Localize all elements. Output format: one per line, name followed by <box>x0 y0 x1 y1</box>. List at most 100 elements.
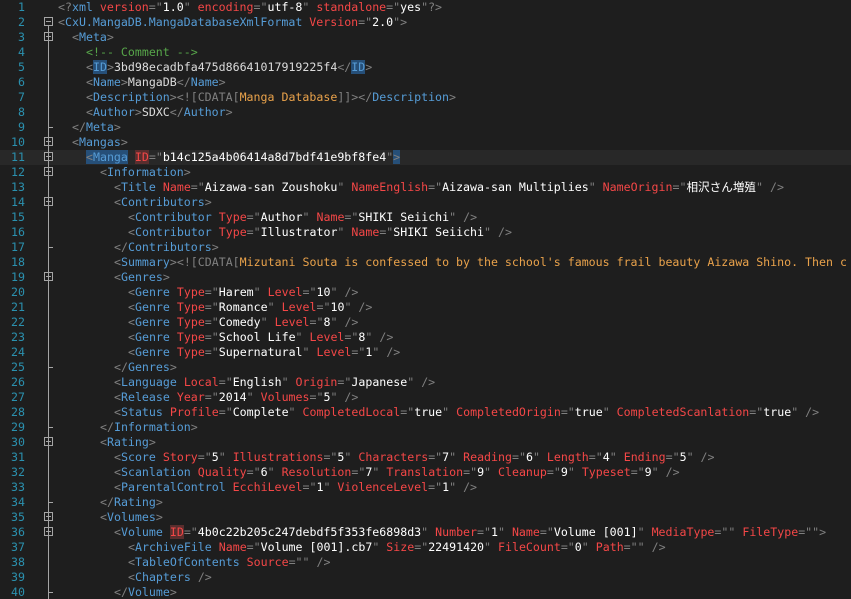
code-text[interactable]: <Score Story="5" Illustrations="5" Chara… <box>114 450 715 465</box>
code-text[interactable]: <Release Year="2014" Volumes="5" /> <box>114 390 358 405</box>
code-line[interactable]: 38 <TableOfContents Source="" /> <box>0 555 851 570</box>
code-text[interactable]: <Language Local="English" Origin="Japane… <box>114 375 435 390</box>
code-line[interactable]: 26 <Language Local="English" Origin="Japa… <box>0 375 851 390</box>
code-text[interactable]: </Contributors> <box>114 240 219 255</box>
code-line[interactable]: 6 <Name>MangaDB</Name> <box>0 75 851 90</box>
code-line[interactable]: 40 </Volume> <box>0 585 851 599</box>
code-line[interactable]: 32 <Scanlation Quality="6" Resolution="7"… <box>0 465 851 480</box>
syntax-delimiter: =" <box>539 525 554 539</box>
code-line[interactable]: 39 <Chapters /> <box>0 570 851 585</box>
code-text[interactable]: <CxU.MangaDB.MangaDatabaseXmlFormat Vers… <box>58 15 407 30</box>
code-line[interactable]: 17 </Contributors> <box>0 240 851 255</box>
code-text[interactable]: <Information> <box>100 165 191 180</box>
code-line[interactable]: 37 <ArchiveFile Name="Volume [001].cb7" S… <box>0 540 851 555</box>
syntax-delimiter: > <box>155 510 163 524</box>
code-text[interactable]: <Volume ID="4b0c22b205c247debdf5f353fe68… <box>114 525 826 540</box>
xml-attribute-name: Version <box>309 15 359 29</box>
code-line[interactable]: 20 <Genre Type="Harem" Level="10" /> <box>0 285 851 300</box>
code-line[interactable]: 22 <Genre Type="Comedy" Level="8" /> <box>0 315 851 330</box>
code-text[interactable]: <Contributors> <box>114 195 212 210</box>
code-text[interactable]: <Genre Type="School Life" Level="8" /> <box>128 330 393 345</box>
xml-attribute-name: Type <box>218 225 247 239</box>
xml-code-editor[interactable]: 1 <?xml version="1.0" encoding="utf-8" st… <box>0 0 851 599</box>
code-text[interactable]: </Information> <box>100 420 198 435</box>
xml-attribute-name: Story <box>162 450 198 464</box>
code-line[interactable]: 19 <Genres> <box>0 270 851 285</box>
code-line[interactable]: 2 <CxU.MangaDB.MangaDatabaseXmlFormat Ver… <box>0 15 851 30</box>
syntax-delimiter: =" <box>351 345 366 359</box>
code-text[interactable]: <Name>MangaDB</Name> <box>86 75 226 90</box>
code-line[interactable]: 18 <Summary><![CDATA[Mizutani Souta is co… <box>0 255 851 270</box>
code-line[interactable]: 16 <Contributor Type="Illustrator" Name="… <box>0 225 851 240</box>
code-text[interactable]: <Description><![CDATA[Manga Database]]><… <box>86 90 456 105</box>
code-text[interactable]: <Genre Type="Supernatural" Level="1" /> <box>128 345 400 360</box>
code-line[interactable]: 28 <Status Profile="Complete" CompletedLo… <box>0 405 851 420</box>
code-line[interactable]: 24 <Genre Type="Supernatural" Level="1" /… <box>0 345 851 360</box>
syntax-delimiter: "> <box>393 15 408 29</box>
code-line[interactable]: 7 <Description><![CDATA[Manga Database]]>… <box>0 90 851 105</box>
code-text[interactable]: <Title Name="Aizawa-san Zoushoku" NameEn… <box>114 180 784 195</box>
code-line[interactable]: 5 <ID>3bd98ecadbfa475d86641017919225f4</I… <box>0 60 851 75</box>
code-text[interactable]: <Genre Type="Romance" Level="10" /> <box>128 300 372 315</box>
code-text[interactable]: <Summary><![CDATA[Mizutani Souta is conf… <box>114 255 847 270</box>
code-line[interactable]: 10 <Mangas> <box>0 135 851 150</box>
code-text[interactable]: <Genres> <box>114 270 170 285</box>
code-text[interactable]: <TableOfContents Source="" /> <box>128 555 330 570</box>
code-line[interactable]: 30 <Rating> <box>0 435 851 450</box>
code-line[interactable]: 13 <Title Name="Aizawa-san Zoushoku" Name… <box>0 180 851 195</box>
code-text[interactable]: <Author>SDXC</Author> <box>86 105 233 120</box>
code-text[interactable]: <ArchiveFile Name="Volume [001].cb7" Siz… <box>128 540 666 555</box>
code-line[interactable]: 31 <Score Story="5" Illustrations="5" Cha… <box>0 450 851 465</box>
code-line[interactable]: 35 <Volumes> <box>0 510 851 525</box>
code-line[interactable]: 9 </Meta> <box>0 120 851 135</box>
code-line[interactable]: 36 <Volume ID="4b0c22b205c247debdf5f353fe… <box>0 525 851 540</box>
code-text[interactable]: <Volumes> <box>100 510 163 525</box>
xml-attribute-name: Level <box>267 285 303 299</box>
code-text[interactable]: <Contributor Type="Illustrator" Name="SH… <box>128 225 512 240</box>
code-line[interactable]: 25 </Genres> <box>0 360 851 375</box>
code-line[interactable]: 8 <Author>SDXC</Author> <box>0 105 851 120</box>
code-text[interactable]: <Scanlation Quality="6" Resolution="7" T… <box>114 465 680 480</box>
code-text[interactable]: </Meta> <box>72 120 121 135</box>
code-text[interactable]: <!-- Comment --> <box>86 45 198 60</box>
syntax-delimiter: > <box>211 240 219 254</box>
code-text[interactable]: <Manga ID="b14c125a4b06414a8d7bdf41e9bf8… <box>86 150 401 165</box>
code-text[interactable]: <ID>3bd98ecadbfa475d86641017919225f4</ID… <box>86 60 372 75</box>
code-line[interactable]: 29 </Information> <box>0 420 851 435</box>
code-text[interactable]: <?xml version="1.0" encoding="utf-8" sta… <box>58 0 442 15</box>
code-text[interactable]: <Chapters /> <box>128 570 212 585</box>
collapse-icon[interactable] <box>44 17 53 26</box>
xml-attribute-value: 9 <box>644 465 652 479</box>
code-line[interactable]: 11 <Manga ID="b14c125a4b06414a8d7bdf41e9b… <box>0 150 851 165</box>
code-text[interactable]: </Rating> <box>100 495 163 510</box>
code-line[interactable]: 1 <?xml version="1.0" encoding="utf-8" st… <box>0 0 851 15</box>
code-line[interactable]: 14 <Contributors> <box>0 195 851 210</box>
code-text[interactable]: <Status Profile="Complete" CompletedLoca… <box>114 405 819 420</box>
code-line[interactable]: 34 </Rating> <box>0 495 851 510</box>
xml-attribute-value: 22491420 <box>428 540 485 554</box>
code-line[interactable]: 23 <Genre Type="School Life" Level="8" /> <box>0 330 851 345</box>
code-line[interactable]: 21 <Genre Type="Romance" Level="10" /> <box>0 300 851 315</box>
code-line[interactable]: 4 <!-- Comment --> <box>0 45 851 60</box>
code-text[interactable]: <Genre Type="Comedy" Level="8" /> <box>128 315 358 330</box>
code-text[interactable]: <Contributor Type="Author" Name="SHIKI S… <box>128 210 477 225</box>
code-text[interactable]: <Genre Type="Harem" Level="10" /> <box>128 285 358 300</box>
code-line[interactable]: 27 <Release Year="2014" Volumes="5" /> <box>0 390 851 405</box>
code-text[interactable]: <ParentalControl EcchiLevel="1" Violence… <box>114 480 477 495</box>
code-line[interactable]: 33 <ParentalControl EcchiLevel="1" Violen… <box>0 480 851 495</box>
code-line[interactable]: 15 <Contributor Type="Author" Name="SHIKI… <box>0 210 851 225</box>
code-line[interactable]: 12 <Information> <box>0 165 851 180</box>
code-text[interactable]: <Mangas> <box>72 135 128 150</box>
code-text[interactable]: <Meta> <box>72 30 114 45</box>
code-text[interactable]: <Rating> <box>100 435 156 450</box>
code-text[interactable]: </Volume> <box>114 585 177 599</box>
syntax-delimiter: < <box>128 555 135 569</box>
code-text[interactable]: </Genres> <box>114 360 177 375</box>
code-line[interactable]: 3 <Meta> <box>0 30 851 45</box>
xml-attribute-value: English <box>232 375 282 389</box>
